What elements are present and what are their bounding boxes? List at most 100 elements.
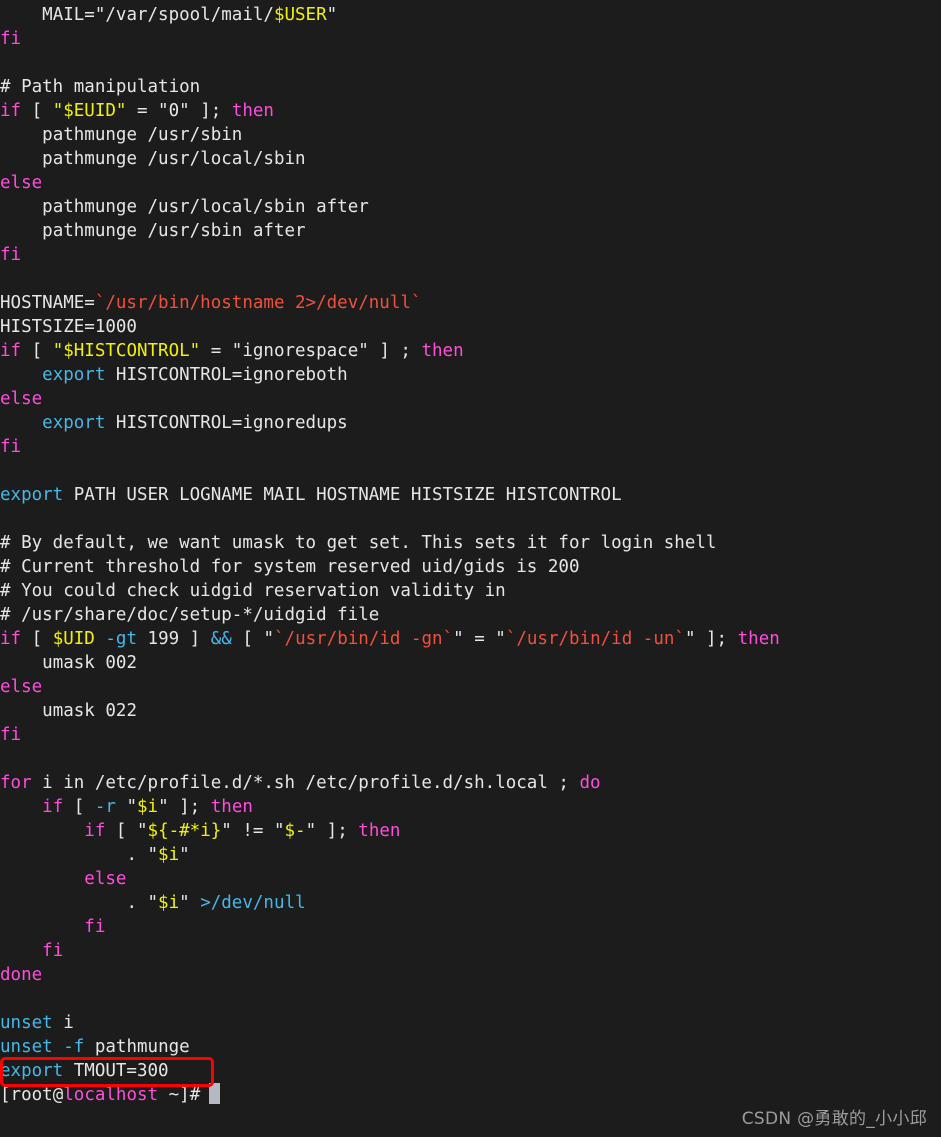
- code-token: $-: [285, 821, 306, 841]
- terminal-line: . "$i": [0, 843, 941, 867]
- code-token: "$HISTCONTROL": [53, 341, 201, 361]
- terminal-line: else: [0, 675, 941, 699]
- code-token: else: [0, 677, 42, 697]
- code-token: export: [0, 485, 63, 505]
- code-token: "$EUID": [53, 101, 127, 121]
- code-token: -gt: [105, 629, 137, 649]
- code-token: ": [116, 797, 137, 817]
- code-token: fi: [0, 29, 21, 49]
- code-token: [: [63, 797, 95, 817]
- terminal-line: pathmunge /usr/sbin after: [0, 219, 941, 243]
- prompt-sigil: #: [190, 1085, 201, 1105]
- code-token: done: [0, 965, 42, 985]
- code-token: if: [0, 101, 21, 121]
- code-token: pathmunge /usr/local/sbin: [42, 149, 305, 169]
- terminal-line: export PATH USER LOGNAME MAIL HOSTNAME H…: [0, 483, 941, 507]
- terminal-output: MAIL="/var/spool/mail/$USER"fi # Path ma…: [0, 3, 941, 1107]
- prompt-working-directory: ~]: [158, 1085, 190, 1105]
- terminal-line: if [ $UID -gt 199 ] && [ "`/usr/bin/id -…: [0, 627, 941, 651]
- indent-space: [0, 917, 84, 937]
- code-token: HISTCONTROL=ignoredups: [105, 413, 347, 433]
- terminal-window[interactable]: MAIL="/var/spool/mail/$USER"fi # Path ma…: [0, 0, 941, 1137]
- indent-space: [0, 365, 42, 385]
- indent-space: [0, 869, 84, 889]
- terminal-line: fi: [0, 435, 941, 459]
- code-token: if: [84, 821, 105, 841]
- terminal-line: # /usr/share/doc/setup-*/uidgid file: [0, 603, 941, 627]
- code-token: HISTCONTROL=ignoreboth: [105, 365, 347, 385]
- code-token: " ];: [685, 629, 738, 649]
- prompt-at-symbol: @: [53, 1085, 64, 1105]
- code-token: ${-#*i}: [148, 821, 222, 841]
- prompt-username: root: [11, 1085, 53, 1105]
- indent-space: [0, 5, 42, 25]
- terminal-line: # By default, we want umask to get set. …: [0, 531, 941, 555]
- terminal-line: [0, 747, 941, 771]
- code-token: [ ": [232, 629, 274, 649]
- code-token: export: [42, 413, 105, 433]
- indent-space: [0, 941, 42, 961]
- code-token: " != ": [221, 821, 284, 841]
- code-token: " ];: [158, 797, 211, 817]
- indent-space: [0, 797, 42, 817]
- indent-space: [0, 893, 126, 913]
- code-token: 199 ]: [137, 629, 211, 649]
- terminal-line: done: [0, 963, 941, 987]
- code-token: [: [21, 629, 53, 649]
- code-token: pathmunge /usr/sbin: [42, 125, 242, 145]
- code-token: [95, 629, 106, 649]
- code-token: >/dev/null: [200, 893, 305, 913]
- terminal-line: # Current threshold for system reserved …: [0, 555, 941, 579]
- code-token: [ ": [105, 821, 147, 841]
- code-token: for: [0, 773, 32, 793]
- terminal-line: if [ "$HISTCONTROL" = "ignorespace" ] ; …: [0, 339, 941, 363]
- code-token: " ];: [306, 821, 359, 841]
- code-token: = "0" ];: [126, 101, 231, 121]
- code-token: i: [53, 1013, 74, 1033]
- terminal-line: [0, 459, 941, 483]
- csdn-watermark: CSDN @勇敢的_小小邱: [742, 1104, 927, 1129]
- code-token: else: [84, 869, 126, 889]
- code-token: HISTSIZE=1000: [0, 317, 137, 337]
- code-token: unset: [0, 1037, 53, 1057]
- terminal-line: fi: [0, 723, 941, 747]
- prompt-hostname: localhost: [63, 1085, 158, 1105]
- code-token: # Current threshold for system reserved …: [0, 557, 579, 577]
- block-cursor-icon[interactable]: [209, 1083, 220, 1104]
- code-token: MAIL="/var/spool/mail/: [42, 5, 274, 25]
- indent-space: [0, 221, 42, 241]
- code-token: else: [0, 173, 42, 193]
- code-token: then: [358, 821, 400, 841]
- terminal-line: [0, 51, 941, 75]
- code-token: unset: [0, 1013, 53, 1033]
- indent-space: [0, 413, 42, 433]
- code-token: fi: [42, 941, 63, 961]
- indent-space: [0, 821, 84, 841]
- code-token: then: [232, 101, 274, 121]
- terminal-line: else: [0, 867, 941, 891]
- code-token: pathmunge: [84, 1037, 189, 1057]
- terminal-line: fi: [0, 939, 941, 963]
- terminal-line: unset i: [0, 1011, 941, 1035]
- indent-space: [0, 125, 42, 145]
- code-token: $i: [158, 893, 179, 913]
- code-token: `/usr/bin/id -un`: [506, 629, 685, 649]
- indent-space: [0, 701, 42, 721]
- terminal-line: . "$i" >/dev/null: [0, 891, 941, 915]
- prompt-open-bracket: [: [0, 1085, 11, 1105]
- code-token: $USER: [274, 5, 327, 25]
- code-token: else: [0, 389, 42, 409]
- code-token: $UID: [53, 629, 95, 649]
- indent-space: [0, 845, 126, 865]
- terminal-line: else: [0, 171, 941, 195]
- code-token: TMOUT=300: [63, 1061, 168, 1081]
- code-token: &&: [211, 629, 232, 649]
- indent-space: [0, 653, 42, 673]
- terminal-line: for i in /etc/profile.d/*.sh /etc/profil…: [0, 771, 941, 795]
- code-token: HOSTNAME=: [0, 293, 95, 313]
- code-token: if: [42, 797, 63, 817]
- code-token: fi: [0, 245, 21, 265]
- terminal-line: fi: [0, 27, 941, 51]
- code-token: fi: [0, 725, 21, 745]
- code-token: [53, 1037, 64, 1057]
